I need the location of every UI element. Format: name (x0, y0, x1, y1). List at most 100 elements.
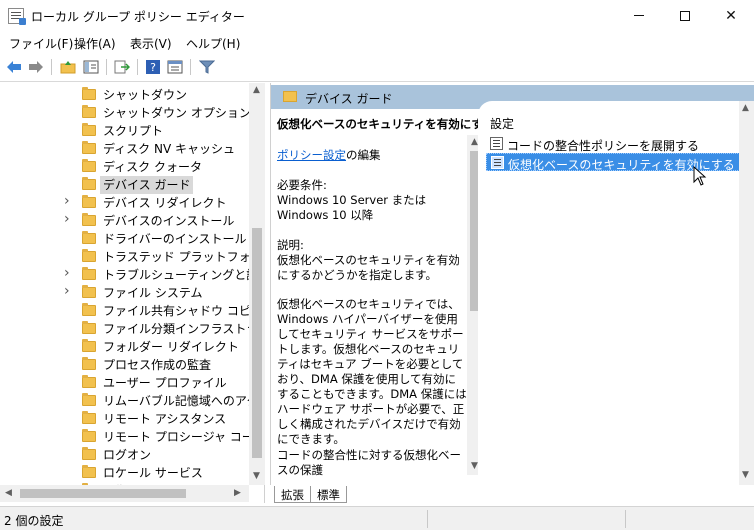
folder-icon (82, 159, 96, 172)
tree-item-label: リモート アシスタンス (103, 412, 227, 426)
properties-button[interactable] (166, 58, 184, 76)
folder-icon (82, 411, 96, 424)
show-hide-tree-button[interactable] (82, 58, 100, 76)
tree-item-label: トラステッド プラットフォーム モジュ (103, 250, 265, 264)
tree-item-label: シャットダウン オプション (103, 106, 251, 120)
explanation-text: 仮想化ベースのセキュリティを有効にするかどうかを指定します。 (277, 253, 460, 282)
back-button[interactable] (5, 58, 23, 76)
tree-item[interactable]: › ファイル システム (0, 283, 250, 302)
requirements-text: Windows 10 Server または Windows 10 以降 (277, 193, 427, 222)
scroll-down-icon[interactable]: ▼ (471, 461, 478, 471)
properties-icon (167, 60, 183, 74)
list-item[interactable]: 仮想化ベースのセキュリティを有効にする (486, 153, 754, 172)
scroll-up-icon[interactable]: ▲ (471, 137, 478, 147)
tree-item[interactable]: トラステッド プラットフォーム モジュ (0, 248, 264, 266)
edit-policy-link[interactable]: ポリシー設定 (277, 148, 346, 162)
expand-chevron-icon[interactable]: › (64, 265, 70, 281)
tree-item[interactable]: › デバイスのインストール (0, 211, 250, 230)
tree-item[interactable]: リムーバブル記憶域へのアクセス (0, 392, 264, 410)
menu-action[interactable]: 操作(A) (74, 35, 116, 52)
scroll-thumb[interactable] (20, 489, 186, 498)
folder-icon (82, 429, 96, 442)
tree-item[interactable]: リモート プロシージャ コール (0, 428, 264, 446)
tree-item[interactable]: フォルダー リダイレクト (0, 338, 250, 356)
tree-horizontal-scrollbar[interactable]: ◀ ▶ (0, 485, 249, 502)
minimize-icon (634, 15, 644, 16)
tree-item[interactable]: シャットダウン (0, 86, 250, 104)
menu-view[interactable]: 表示(V) (130, 35, 172, 52)
expand-chevron-icon[interactable]: › (64, 283, 70, 299)
scroll-thumb[interactable] (252, 228, 262, 458)
help-icon: ? (146, 60, 160, 74)
toolbar-separator (51, 59, 52, 75)
tree-item-label: ファイル共有シャドウ コピー プロバ (103, 304, 264, 318)
tab-standard[interactable]: 標準 (310, 486, 347, 503)
tree-vertical-scrollbar[interactable]: ▲ ▼ (249, 83, 265, 485)
export-list-button[interactable] (113, 58, 131, 76)
scroll-down-icon[interactable]: ▼ (742, 470, 749, 480)
tree-item[interactable]: › トラブルシューティングと診断 (0, 265, 264, 284)
expand-chevron-icon[interactable]: › (64, 211, 70, 227)
maximize-icon (680, 10, 690, 21)
scroll-up-icon[interactable]: ▲ (742, 103, 749, 113)
expand-chevron-icon[interactable]: › (64, 193, 70, 209)
scroll-down-icon[interactable]: ▼ (253, 471, 260, 481)
scroll-up-icon[interactable]: ▲ (253, 85, 260, 95)
menu-file[interactable]: ファイル(F) (9, 35, 73, 52)
tree-item-label: デバイス リダイレクト (103, 196, 227, 210)
details-pane: デバイス ガード 仮想化ベースのセキュリティを有効にする ポリシー設定の編集 必… (270, 83, 754, 503)
folder-icon (82, 321, 96, 334)
tree-pane: シャットダウンシャットダウン オプションスクリプト ディスク NV キャッシュディ… (0, 83, 265, 503)
tree-item[interactable]: スクリプト (0, 122, 250, 140)
scroll-left-icon[interactable]: ◀ (5, 488, 12, 498)
tree-item[interactable]: リモート アシスタンス (0, 410, 250, 428)
scroll-right-icon[interactable]: ▶ (234, 488, 241, 498)
maximize-button[interactable] (662, 0, 708, 31)
tree-item[interactable]: ドライバーのインストール (0, 230, 250, 248)
help-button[interactable]: ? (144, 58, 162, 76)
list-item-label: コードの整合性ポリシーを展開する (507, 139, 700, 153)
folder-icon (82, 375, 96, 388)
folder-icon (82, 213, 96, 226)
tree-item[interactable]: ロケール サービス (0, 464, 250, 482)
tree-item[interactable]: › デバイス リダイレクト (0, 193, 250, 212)
up-folder-icon (60, 61, 76, 74)
tree-item-label: トラブルシューティングと診断 (103, 268, 265, 282)
tree-item[interactable]: シャットダウン オプション (0, 104, 251, 122)
group-policy-app-icon (8, 8, 26, 25)
list-item[interactable]: コードの整合性ポリシーを展開する (486, 135, 754, 153)
forward-button[interactable] (27, 58, 45, 76)
folder-icon (82, 357, 96, 370)
menu-help[interactable]: ヘルプ(H) (186, 35, 240, 52)
tab-extended[interactable]: 拡張 (274, 486, 311, 503)
folder-icon (82, 285, 96, 298)
explanation-body: 仮想化ベースのセキュリティでは、Windows ハイパーバイザーを使用してセキュ… (277, 297, 467, 446)
close-button[interactable]: ✕ (708, 0, 754, 31)
tree-item-label: プロセス作成の監査 (103, 358, 212, 372)
tree-item[interactable]: ディスク NV キャッシュ (0, 140, 250, 158)
tree-item[interactable]: ファイル分類インフラストラクチャ (0, 320, 264, 338)
tree-item-label: ディスク クォータ (103, 160, 202, 174)
list-vertical-scrollbar[interactable]: ▲ ▼ (739, 101, 754, 485)
tree-item[interactable]: ディスク クォータ (0, 158, 250, 176)
settings-list: 設定 コードの整合性ポリシーを展開する 仮想化ベースのセキュリティを有効にする (478, 101, 754, 483)
tree-item[interactable]: ファイル共有シャドウ コピー プロバ (0, 302, 264, 320)
tree-item-label: ログオン (103, 448, 152, 462)
tree-item[interactable]: ログオン (0, 446, 250, 464)
settings-column-header[interactable]: 設定 (490, 115, 514, 132)
folder-icon (82, 465, 96, 478)
close-icon: ✕ (725, 7, 737, 24)
folder-icon (82, 123, 96, 136)
minimize-button[interactable] (616, 0, 662, 31)
tree-item[interactable]: ユーザー プロファイル (0, 374, 250, 392)
details-header-title: デバイス ガード (305, 92, 393, 106)
filter-button[interactable] (198, 58, 216, 76)
folder-icon (283, 91, 297, 102)
tree-item[interactable]: デバイス ガード (0, 176, 250, 194)
tree-item-label: シャットダウン (103, 88, 188, 102)
status-bar: 2 個の設定 (0, 506, 754, 530)
back-arrow-icon (7, 61, 21, 73)
up-folder-button[interactable] (59, 58, 77, 76)
tree-item[interactable]: プロセス作成の監査 (0, 356, 250, 374)
folder-icon (82, 249, 96, 262)
